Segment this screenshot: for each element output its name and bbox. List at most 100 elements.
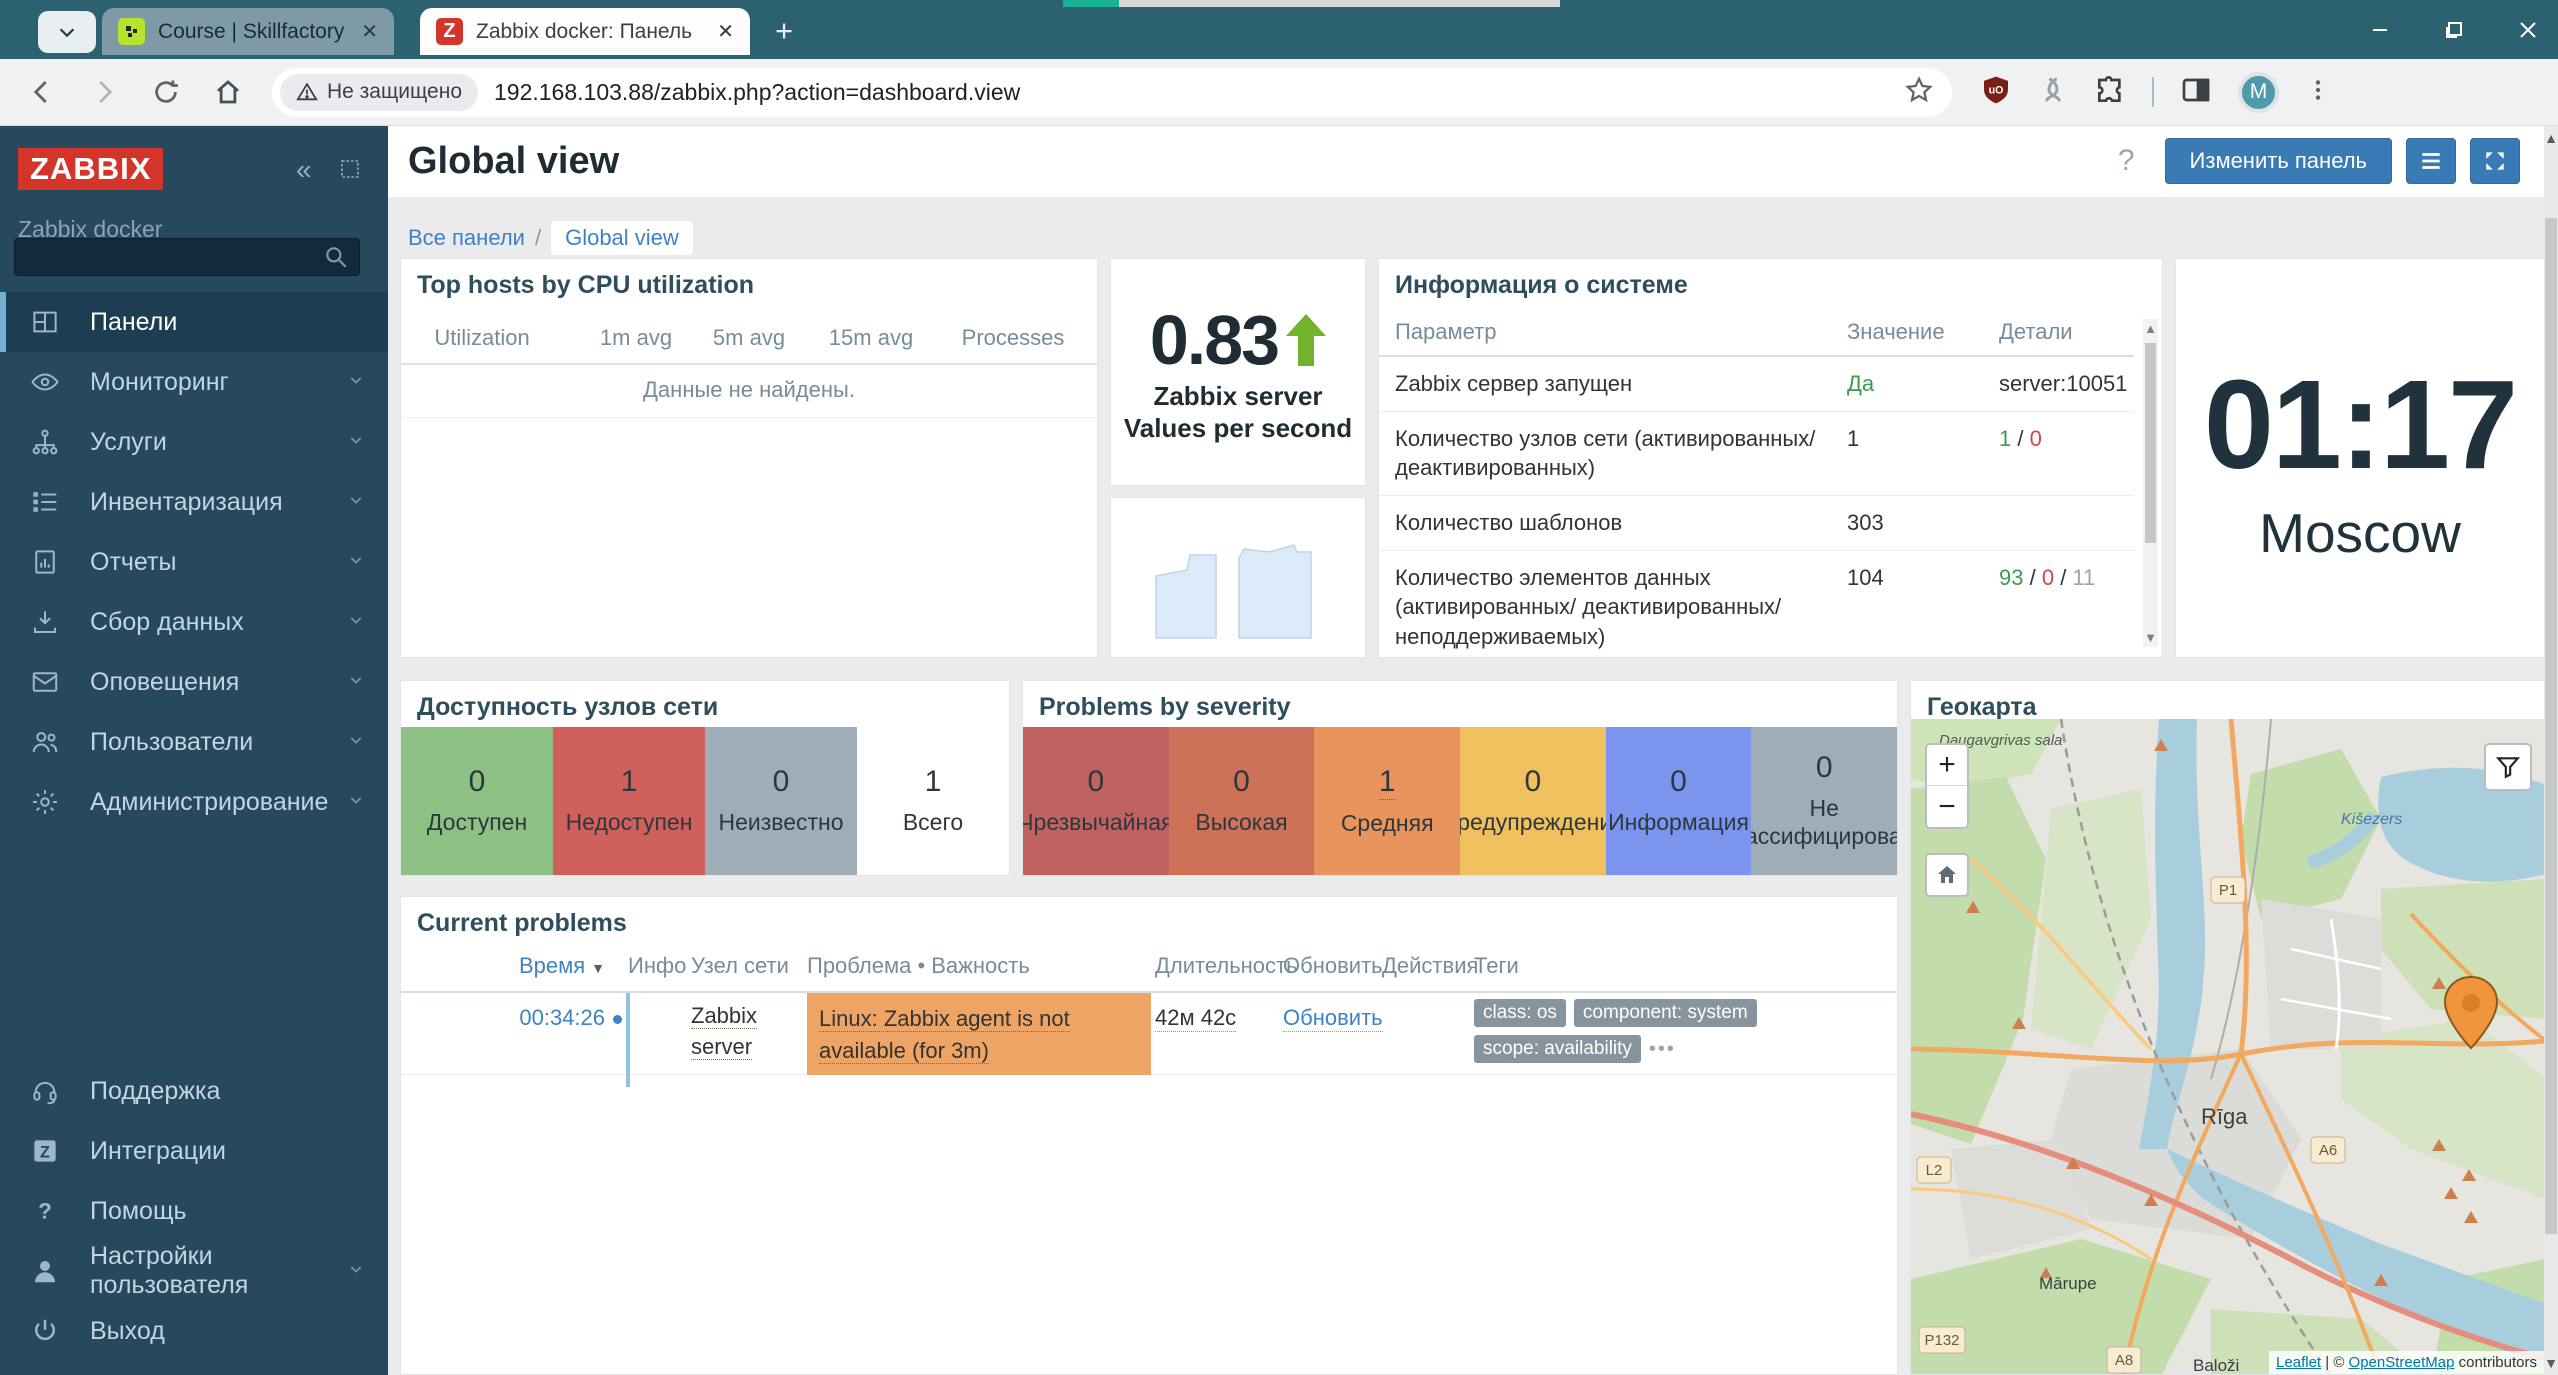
column-header[interactable]: Узел сети <box>691 953 789 979</box>
tab-zabbix-dashboard[interactable]: Z Zabbix docker: Панель ✕ <box>420 8 750 55</box>
severity-block[interactable]: 0Чрезвычайная <box>1023 727 1169 875</box>
column-header[interactable]: Действия <box>1382 953 1478 979</box>
availability-block[interactable]: 0Доступен <box>401 727 553 875</box>
browser-menu-kebab-icon[interactable] <box>2305 77 2331 108</box>
sidebar-item-monitoring[interactable]: Мониторинг <box>0 352 388 412</box>
page-scrollbar[interactable]: ▲ ▼ <box>2544 126 2558 1375</box>
close-icon[interactable]: ✕ <box>717 19 734 44</box>
widget-host-availability: Доступность узлов сети 0Доступен1Недосту… <box>400 680 1010 876</box>
sidebar-item-users[interactable]: Пользователи <box>0 712 388 772</box>
severity-block[interactable]: 0Не классифицировано <box>1751 727 1897 875</box>
column-header[interactable]: Обновить <box>1283 953 1383 979</box>
scroll-down-icon[interactable]: ▼ <box>2143 630 2158 645</box>
column-header[interactable]: Инфо <box>628 953 686 979</box>
address-bar[interactable]: Не защищено 192.168.103.88/zabbix.php?ac… <box>272 68 1952 117</box>
close-window-button[interactable] <box>2516 18 2540 42</box>
fullscreen-button[interactable] <box>2470 138 2520 184</box>
severity-block[interactable]: 0Высокая <box>1169 727 1315 875</box>
sidebar-item-inventory[interactable]: Инвентаризация <box>0 472 388 532</box>
reload-button[interactable] <box>146 72 186 112</box>
collapse-sidebar-icon[interactable]: « <box>296 154 312 186</box>
parameter-name: Zabbix сервер запущен <box>1395 369 1847 399</box>
new-tab-button[interactable]: + <box>766 14 802 50</box>
ublock-extension-icon[interactable]: uO <box>1980 74 2012 111</box>
tag-badge[interactable]: component: system <box>1574 999 1757 1027</box>
edit-dashboard-button[interactable]: Изменить панель <box>2165 138 2392 184</box>
sidebar-item-alerts[interactable]: Оповещения <box>0 652 388 712</box>
expand-sidebar-icon[interactable] <box>338 156 362 188</box>
sidebar-item-integrations[interactable]: ZИнтеграции <box>0 1121 388 1181</box>
map-filter-button[interactable] <box>2484 743 2532 791</box>
availability-block[interactable]: 1Всего <box>857 727 1009 875</box>
sidebar-item-services[interactable]: Услуги <box>0 412 388 472</box>
bookmark-star-icon[interactable] <box>1904 75 1934 110</box>
sidebar-search-input[interactable] <box>14 238 360 276</box>
browser-tab-strip: Course | Skillfactory ✕ Z Zabbix docker:… <box>0 0 2558 59</box>
zabbix-icon: Z <box>436 18 463 45</box>
sidebar-item-dashboards[interactable]: Панели <box>0 292 388 352</box>
road-badge: A6 <box>2319 1142 2337 1159</box>
map-home-button[interactable] <box>1925 853 1969 897</box>
home-button[interactable] <box>208 72 248 112</box>
problem-time-link[interactable]: 00:34:26 <box>505 1005 605 1031</box>
tab-search-button[interactable] <box>38 11 96 53</box>
extensions-puzzle-icon[interactable] <box>2094 74 2126 111</box>
breadcrumb-all-dashboards[interactable]: Все панели <box>408 225 525 251</box>
sort-indicator-icon: ▼ <box>591 960 605 976</box>
zabbix-logo[interactable]: ZABBIX <box>18 148 163 190</box>
help-icon[interactable]: ? <box>2118 144 2135 178</box>
map-zoom-out-button[interactable]: − <box>1925 785 1969 829</box>
scrollbar-thumb[interactable] <box>2545 218 2557 1234</box>
column-header[interactable]: Проблема • Важность <box>807 953 1030 979</box>
map-zoom-in-button[interactable]: + <box>1925 743 1969 787</box>
leaflet-link[interactable]: Leaflet <box>2276 1354 2321 1371</box>
tab-course-skillfactory[interactable]: Course | Skillfactory ✕ <box>102 8 394 55</box>
sidebar-item-administration[interactable]: Администрирование <box>0 772 388 832</box>
close-icon[interactable]: ✕ <box>361 19 378 44</box>
profile-avatar[interactable]: M <box>2238 72 2279 113</box>
more-tags-button[interactable]: ••• <box>1649 1038 1676 1061</box>
availability-block[interactable]: 1Недоступен <box>553 727 705 875</box>
sidebar-item-reports[interactable]: Отчеты <box>0 532 388 592</box>
help-icon: ? <box>26 1192 64 1230</box>
side-panel-icon[interactable] <box>2180 74 2212 111</box>
availability-block[interactable]: 0Неизвестно <box>705 727 857 875</box>
breadcrumb-separator: / <box>535 225 541 251</box>
osm-link[interactable]: OpenStreetMap <box>2349 1354 2455 1371</box>
scroll-up-icon[interactable]: ▲ <box>2544 130 2558 146</box>
update-link[interactable]: Обновить <box>1283 1005 1383 1032</box>
sidebar-item-data-collection[interactable]: Сбор данных <box>0 592 388 652</box>
restore-button[interactable] <box>2442 18 2466 42</box>
map-label: Mārupe <box>2039 1274 2097 1293</box>
severity-block[interactable]: 0Предупреждение <box>1460 727 1606 875</box>
url-text[interactable]: 192.168.103.88/zabbix.php?action=dashboa… <box>494 79 1020 106</box>
sidebar-item-user-settings[interactable]: Настройки пользователя <box>0 1241 388 1301</box>
column-header[interactable]: Теги <box>1474 953 1519 979</box>
scroll-down-icon[interactable]: ▼ <box>2544 1355 2558 1371</box>
column-header[interactable]: Длительность <box>1155 953 1298 979</box>
breadcrumb-current[interactable]: Global view <box>551 221 693 255</box>
back-button[interactable] <box>22 72 62 112</box>
minimize-button[interactable] <box>2368 18 2392 42</box>
severity-block[interactable]: 0Информация <box>1606 727 1752 875</box>
block-count[interactable]: 1 <box>1379 765 1396 800</box>
sidebar-item-signout[interactable]: Выход <box>0 1301 388 1361</box>
map-canvas[interactable]: P1 A6 L2 P132 A8 Daugavgrivas sala Kišez… <box>1911 719 2544 1374</box>
sidebar-item-support[interactable]: Поддержка <box>0 1061 388 1121</box>
column-header[interactable]: Время▼ <box>505 953 605 979</box>
tag-badge[interactable]: class: os <box>1474 999 1566 1027</box>
scrollbar-thumb[interactable] <box>2145 343 2156 543</box>
security-chip[interactable]: Не защищено <box>280 74 478 111</box>
host-link[interactable]: Zabbix server <box>691 1001 779 1063</box>
ribbon-extension-icon[interactable] <box>2038 75 2068 110</box>
forward-button[interactable] <box>84 72 124 112</box>
sidebar-item-help[interactable]: ?Помощь <box>0 1181 388 1241</box>
widget-scrollbar[interactable]: ▲ ▼ <box>2143 319 2158 647</box>
severity-block[interactable]: 1Средняя <box>1314 727 1460 875</box>
tag-badge[interactable]: scope: availability <box>1474 1035 1641 1063</box>
scroll-up-icon[interactable]: ▲ <box>2143 321 2158 336</box>
system-info-row: Zabbix сервер запущенДаserver:10051 <box>1379 355 2134 411</box>
dashboard-menu-button[interactable] <box>2406 138 2456 184</box>
info-dot[interactable] <box>613 1015 622 1024</box>
problem-name-link[interactable]: Linux: Zabbix agent is not available (fo… <box>807 993 1151 1075</box>
